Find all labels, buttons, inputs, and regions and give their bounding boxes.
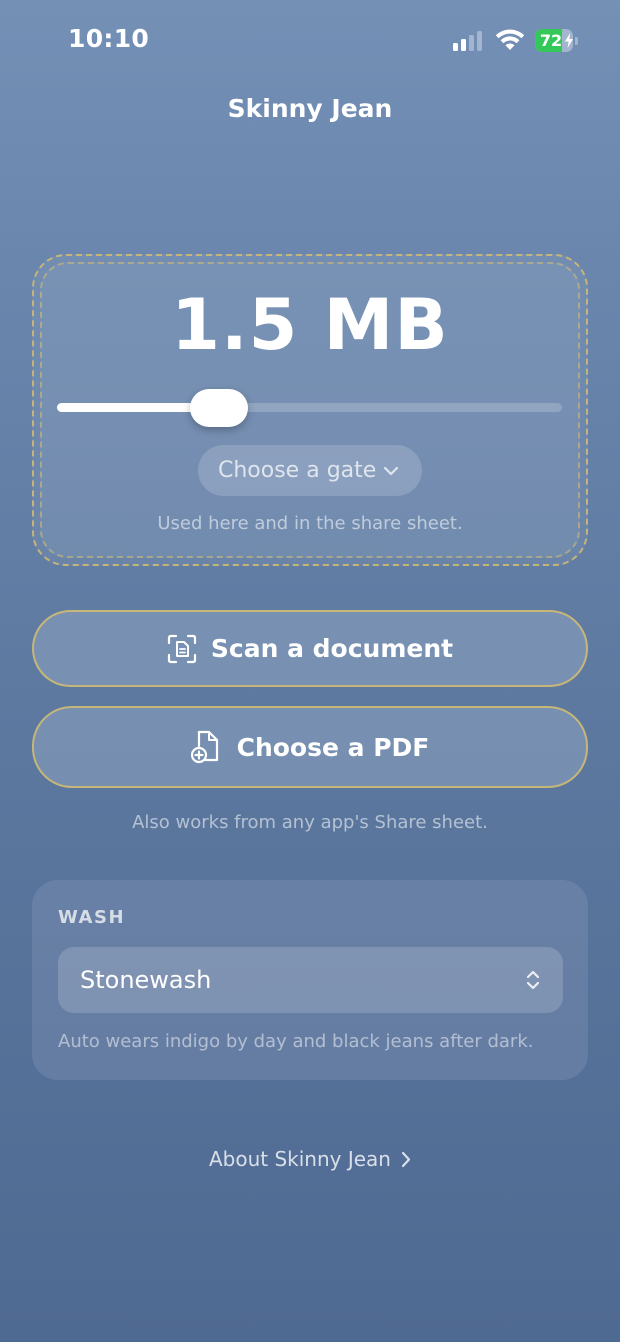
size-slider-thumb[interactable] [189, 389, 248, 427]
status-bar: 10:10 72 [0, 0, 620, 84]
battery-level: 72 [539, 31, 563, 50]
document-add-icon [190, 730, 218, 764]
choose-gate-button[interactable]: Choose a gate [198, 445, 422, 496]
size-value: 1.5 MB [171, 284, 449, 366]
status-time: 10:10 [68, 24, 150, 53]
wash-picker[interactable]: Stonewash [58, 947, 563, 1013]
chevron-right-icon [401, 1151, 411, 1167]
scan-document-button[interactable]: Scan a document [32, 610, 588, 687]
battery-charging-icon: 72 [535, 29, 579, 52]
share-sheet-caption: Also works from any app's Share sheet. [132, 812, 488, 833]
chevron-up-down-icon [526, 970, 540, 990]
wash-selected-value: Stonewash [80, 966, 212, 994]
about-label: About Skinny Jean [208, 1147, 391, 1171]
choose-gate-label: Choose a gate [218, 458, 377, 483]
about-link[interactable]: About Skinny Jean [0, 1147, 620, 1171]
chevron-down-icon [384, 466, 399, 475]
wash-heading: WASH [58, 907, 126, 928]
scan-document-label: Scan a document [210, 634, 454, 663]
choose-pdf-button[interactable]: Choose a PDF [32, 706, 588, 788]
wifi-icon [495, 28, 525, 52]
size-card-caption: Used here and in the share sheet. [157, 513, 463, 534]
cellular-signal-icon [453, 30, 485, 51]
size-slider-track[interactable] [57, 403, 562, 412]
document-scanner-icon [167, 634, 196, 663]
charging-bolt-icon [565, 33, 573, 48]
page-title: Skinny Jean [227, 94, 393, 123]
choose-pdf-label: Choose a PDF [236, 732, 430, 762]
wash-note: Auto wears indigo by day and black jeans… [58, 1031, 534, 1052]
